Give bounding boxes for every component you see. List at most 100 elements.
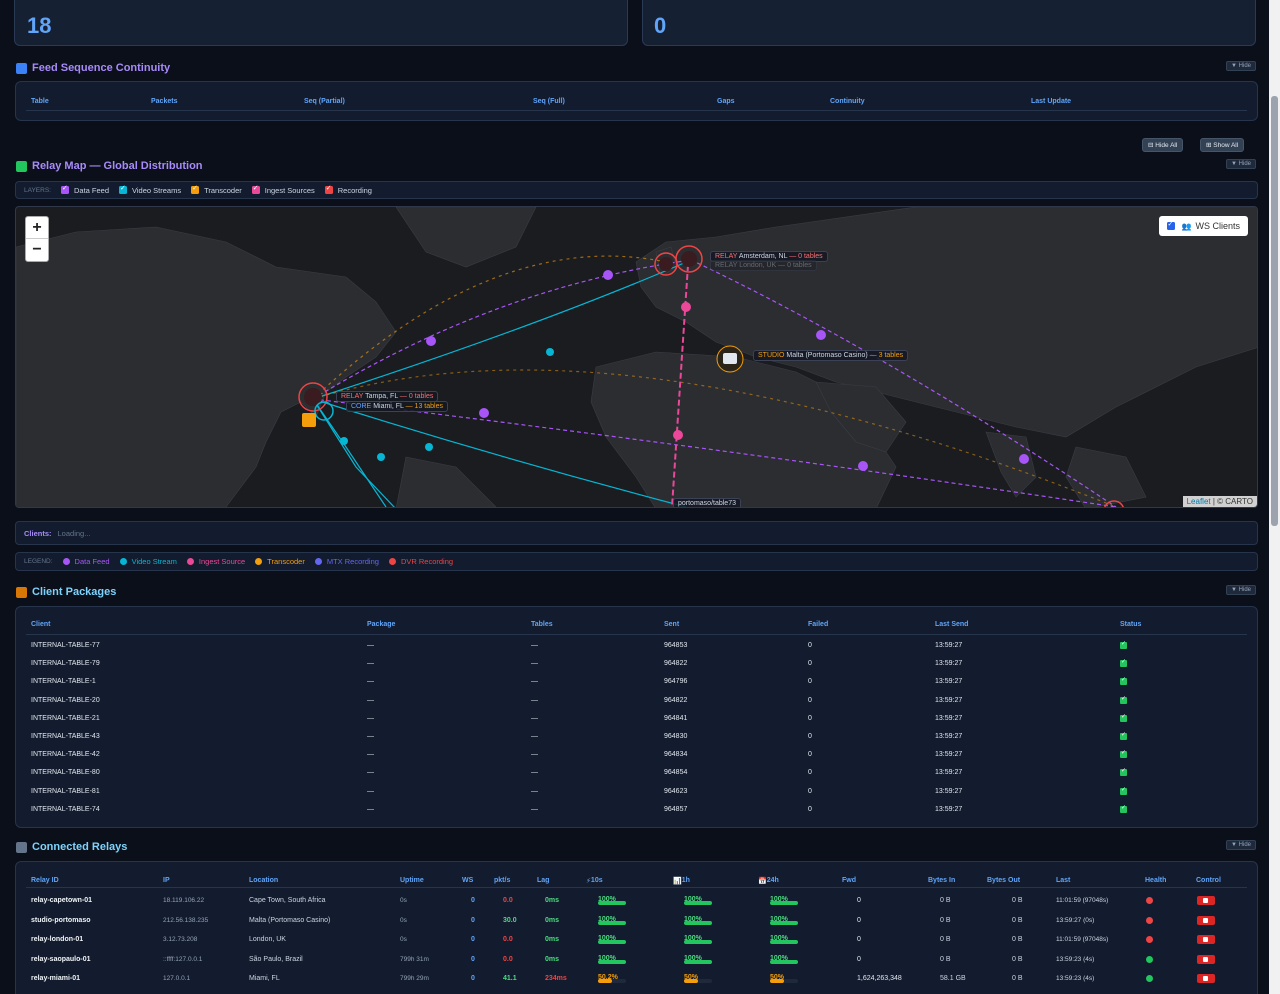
- cell-package: —: [367, 733, 374, 740]
- progress-bar: [684, 979, 712, 984]
- status-check-icon: [1120, 695, 1127, 704]
- status-check-icon: [1120, 713, 1127, 722]
- cell-client: INTERNAL-TABLE-20: [31, 696, 100, 704]
- cell-last: 13:59:27: [935, 696, 963, 704]
- cell-last: 13:59:27: [935, 660, 963, 668]
- legend-ingest-source: Ingest Source: [186, 557, 245, 566]
- cell-client: INTERNAL-TABLE-21: [31, 714, 100, 722]
- cell-failed: 0: [808, 678, 812, 686]
- cell-sent: 964830: [664, 733, 688, 740]
- layer-toggle-ingest-sources[interactable]: Ingest Sources: [251, 184, 315, 195]
- cell-last: 13:59:23 (4s): [1056, 955, 1095, 963]
- cell-client: INTERNAL-TABLE-81: [31, 787, 100, 795]
- relay-map-hide-button[interactable]: ▼ Hide: [1226, 159, 1256, 169]
- cell-last: 13:59:27: [935, 733, 963, 740]
- cell-ws: 0: [471, 916, 475, 924]
- cell-fwd: 1,624,263,348: [857, 975, 902, 983]
- feed-seq-title: Feed Sequence Continuity: [16, 62, 170, 74]
- cell-loc: Miami, FL: [249, 975, 280, 983]
- zoom-in-button[interactable]: +: [26, 217, 48, 239]
- success-rate-h24: 50%: [770, 974, 798, 984]
- map-canvas[interactable]: [16, 207, 1258, 508]
- table-row: INTERNAL-TABLE-42 — — 964834 0 13:59:27: [16, 746, 1257, 764]
- progress-bar: [598, 920, 626, 925]
- progress-bar: [770, 901, 798, 905]
- layer-toggle-data-feed[interactable]: Data Feed: [60, 184, 109, 195]
- table-row: INTERNAL-TABLE-1 — — 964796 0 13:59:27: [16, 673, 1257, 691]
- progress-bar: [684, 920, 712, 925]
- cell-sent: 964623: [664, 787, 688, 795]
- progress-bar: [598, 959, 626, 964]
- cell-sent: 964796: [664, 678, 688, 686]
- stop-relay-button[interactable]: [1197, 915, 1215, 925]
- cell-last: 11:01:59 (97048s): [1056, 936, 1109, 944]
- cell-bin: 0 B: [940, 897, 951, 904]
- cell-id: relay-capetown-01: [31, 897, 93, 904]
- users-icon: 👥: [1181, 221, 1192, 231]
- cell-bin: 0 B: [940, 955, 951, 963]
- success-rate-h1: 100%: [684, 916, 712, 925]
- checkbox-icon: [324, 184, 333, 194]
- checkbox-icon: [119, 184, 128, 194]
- hide-all-button[interactable]: ⊟ Hide All: [1142, 138, 1184, 152]
- cell-package: —: [367, 769, 374, 777]
- cell-bin: 0 B: [940, 936, 951, 944]
- status-check-icon: [1120, 786, 1127, 795]
- clients-label: Clients:: [24, 528, 52, 538]
- stop-relay-button[interactable]: [1197, 935, 1215, 945]
- status-check-icon: [1120, 676, 1127, 686]
- layer-toggle-video-streams[interactable]: Video Streams: [119, 184, 181, 195]
- cell-client: INTERNAL-TABLE-77: [31, 642, 100, 649]
- client-packages-table: Client Package Tables Sent Failed Last S…: [15, 606, 1258, 828]
- cell-tables: —: [531, 642, 538, 649]
- cell-failed: 0: [808, 696, 812, 704]
- cell-id: relay-london-01: [31, 936, 84, 944]
- cell-lag: 0ms: [545, 897, 560, 904]
- checkbox-icon[interactable]: [1166, 220, 1175, 230]
- cell-tables: —: [531, 678, 538, 686]
- success-rate-h1: 50%: [684, 974, 712, 984]
- cell-loc: São Paulo, Brazil: [249, 955, 303, 963]
- health-indicator-icon: [1146, 955, 1153, 963]
- stop-relay-button[interactable]: [1197, 954, 1215, 964]
- cell-bin: 58.1 GB: [940, 975, 966, 983]
- relay-map[interactable]: + − 👥 WS Clients RELAY Amsterdam, NL — 0…: [15, 206, 1258, 508]
- feed-seq-hide-button[interactable]: ▼ Hide: [1226, 61, 1256, 71]
- route-video-stream: [312, 398, 395, 507]
- transcoder-marker: [302, 413, 316, 427]
- cell-last: 13:59:27: [935, 714, 963, 722]
- layer-toggle-transcoder[interactable]: Transcoder: [191, 184, 242, 195]
- cell-fwd: 0: [857, 916, 861, 924]
- success-rate-h24: 100%: [770, 935, 798, 945]
- cell-client: INTERNAL-TABLE-42: [31, 751, 100, 759]
- health-indicator-icon: [1146, 916, 1153, 924]
- cell-ws: 0: [471, 897, 475, 904]
- cell-sent: 964853: [664, 642, 688, 649]
- ws-clients-toggle[interactable]: 👥 WS Clients: [1158, 216, 1248, 236]
- zoom-out-button[interactable]: −: [26, 239, 48, 261]
- cell-id: relay-saopaulo-01: [31, 955, 91, 963]
- cell-pkt: 41.1: [503, 975, 517, 983]
- stop-relay-button[interactable]: [1197, 896, 1215, 905]
- cell-tables: —: [531, 751, 538, 759]
- client-packages-hide-button[interactable]: ▼ Hide: [1226, 585, 1256, 595]
- table-row: relay-london-01 3.12.73.208 London, UK 0s 0 0…: [16, 931, 1257, 949]
- page-scrollbar-thumb[interactable]: [1271, 96, 1278, 526]
- cell-failed: 0: [808, 805, 812, 813]
- cell-ip: 18.119.106.22: [163, 897, 205, 904]
- cell-up: 0s: [400, 936, 407, 944]
- stat-card-gaps: 0: [642, 0, 1256, 46]
- relays-hide-button[interactable]: ▼ Hide: [1226, 840, 1256, 850]
- route-node: [340, 437, 348, 445]
- cell-pkt: 0.0: [503, 936, 513, 944]
- table-row: relay-saopaulo-01::ffff:127.0.0.1 São Pau…: [16, 951, 1257, 969]
- leaflet-link[interactable]: Leaflet: [1187, 497, 1211, 506]
- status-check-icon: [1120, 658, 1127, 668]
- checkbox-icon: [60, 184, 69, 194]
- cell-ip: ::ffff:127.0.0.1: [163, 955, 203, 963]
- layer-toggle-recording[interactable]: Recording: [324, 184, 372, 195]
- stop-relay-button[interactable]: [1197, 974, 1215, 984]
- zoom-control[interactable]: + −: [25, 216, 49, 262]
- show-all-button[interactable]: ⊞ Show All: [1200, 138, 1245, 152]
- greenland-shape: [395, 207, 537, 268]
